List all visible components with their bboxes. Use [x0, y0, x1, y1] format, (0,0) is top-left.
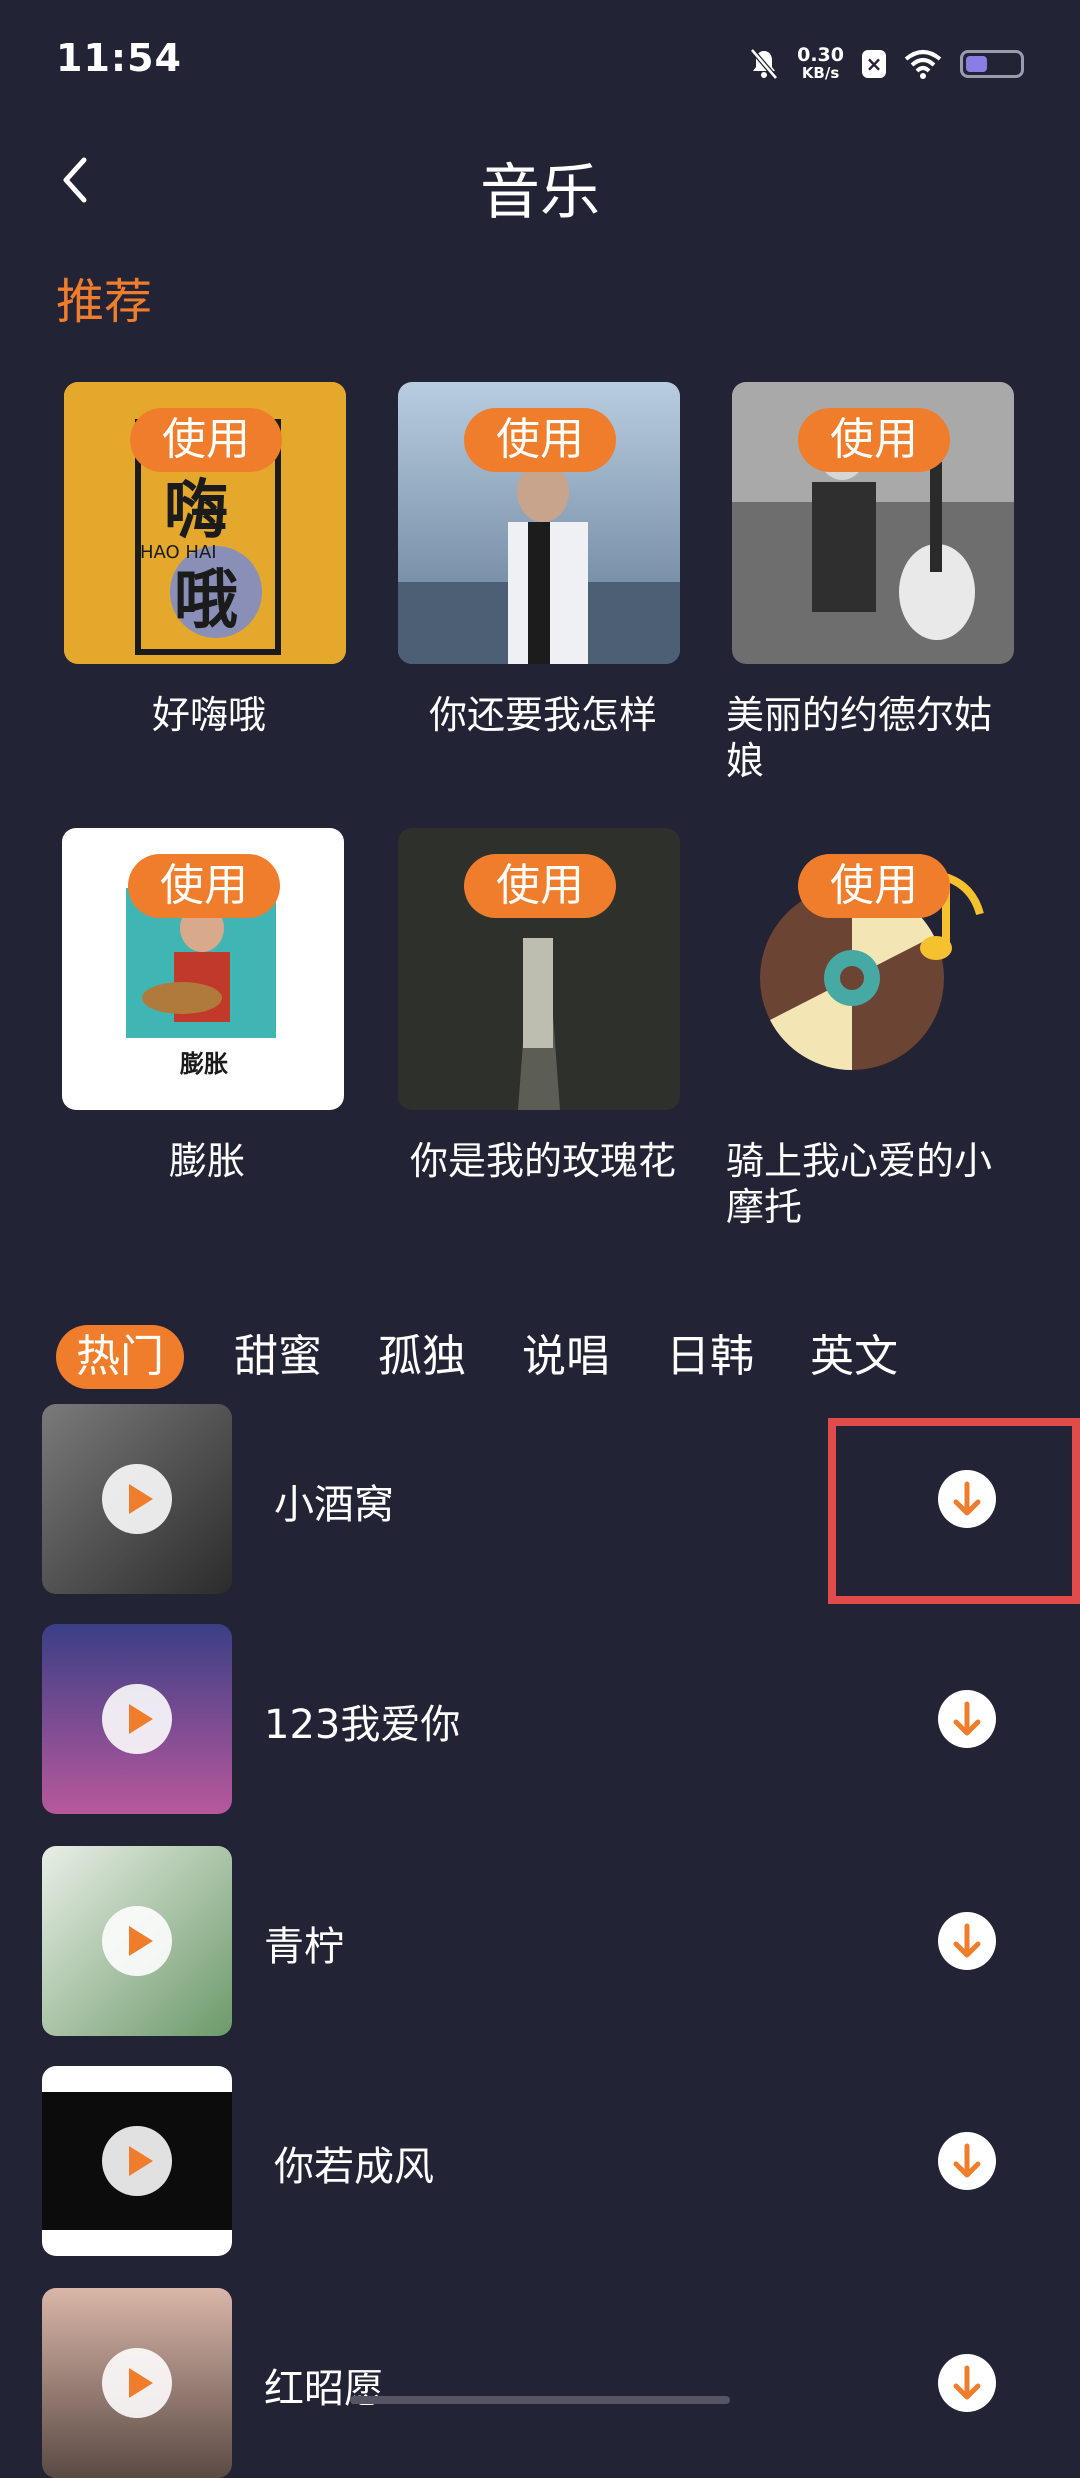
card-title: 骑上我心爱的小摩托	[726, 1139, 993, 1229]
use-button[interactable]: 使用	[464, 854, 616, 918]
tab-lonely[interactable]: 孤独	[372, 1325, 472, 1389]
home-indicator	[350, 2396, 730, 2404]
use-button[interactable]: 使用	[798, 854, 950, 918]
song-row[interactable]: 红昭愿	[42, 2288, 1042, 2478]
recommend-section-title: 推荐	[56, 274, 153, 330]
network-speed: 0.30 KB/s	[797, 44, 844, 83]
play-icon[interactable]	[102, 1906, 172, 1976]
battery-fill	[966, 56, 987, 72]
play-icon[interactable]	[102, 2126, 172, 2196]
song-row[interactable]: 青柠	[42, 1846, 1042, 2036]
svg-text:嗨: 嗨	[164, 474, 228, 548]
use-button[interactable]: 使用	[798, 408, 950, 472]
card-title: 你还要我怎样	[428, 693, 657, 737]
bell-muted-icon	[750, 48, 779, 80]
wifi-icon	[904, 50, 942, 79]
app-header: 音乐	[0, 130, 1080, 240]
card-title: 好嗨哦	[151, 693, 266, 737]
download-icon[interactable]	[938, 1690, 996, 1748]
song-thumbnail[interactable]	[42, 1404, 232, 1594]
song-row[interactable]: 你若成风	[42, 2066, 1042, 2256]
tab-jpkr[interactable]: 日韩	[660, 1325, 760, 1389]
song-row[interactable]: 123我爱你	[42, 1624, 1042, 1814]
tab-sweet[interactable]: 甜蜜	[228, 1325, 328, 1389]
status-bar: 11:54 0.30 KB/s ×	[0, 0, 1080, 120]
play-icon[interactable]	[102, 1464, 172, 1534]
tab-english[interactable]: 英文	[804, 1325, 904, 1389]
use-button[interactable]: 使用	[128, 854, 280, 918]
song-thumbnail[interactable]	[42, 1846, 232, 2036]
status-icons: 0.30 KB/s ×	[749, 36, 1024, 92]
card-title: 膨胀	[168, 1139, 245, 1183]
battery-icon	[960, 50, 1024, 78]
card-title: 美丽的约德尔姑娘	[726, 693, 993, 783]
use-button[interactable]: 使用	[464, 408, 616, 472]
song-title: 红昭愿	[264, 2366, 384, 2412]
song-thumbnail[interactable]	[42, 2066, 232, 2256]
play-icon[interactable]	[102, 1684, 172, 1754]
song-title: 青柠	[264, 1924, 344, 1970]
download-icon[interactable]	[938, 2354, 996, 2412]
song-title: 你若成风	[274, 2144, 434, 2190]
tab-hot[interactable]: 热门	[56, 1325, 184, 1389]
category-tabs: 热门 甜蜜 孤独 说唱 日韩 英文	[56, 1322, 904, 1392]
svg-text:哦: 哦	[174, 564, 238, 638]
tab-rap[interactable]: 说唱	[516, 1325, 616, 1389]
svg-text:HAO HAI: HAO HAI	[140, 542, 217, 563]
song-thumbnail[interactable]	[42, 2288, 232, 2478]
download-icon[interactable]	[938, 1912, 996, 1970]
svg-text:膨胀: 膨胀	[179, 1050, 228, 1078]
song-title: 123我爱你	[264, 1702, 461, 1748]
highlight-box	[828, 1418, 1080, 1604]
x-badge-icon: ×	[862, 50, 886, 78]
card-title: 你是我的玫瑰花	[409, 1139, 676, 1183]
use-button[interactable]: 使用	[130, 408, 282, 472]
song-title: 小酒窝	[274, 1482, 394, 1528]
status-time: 11:54	[56, 36, 182, 80]
download-icon[interactable]	[938, 2132, 996, 2190]
page-title: 音乐	[480, 158, 600, 228]
song-thumbnail[interactable]	[42, 1624, 232, 1814]
